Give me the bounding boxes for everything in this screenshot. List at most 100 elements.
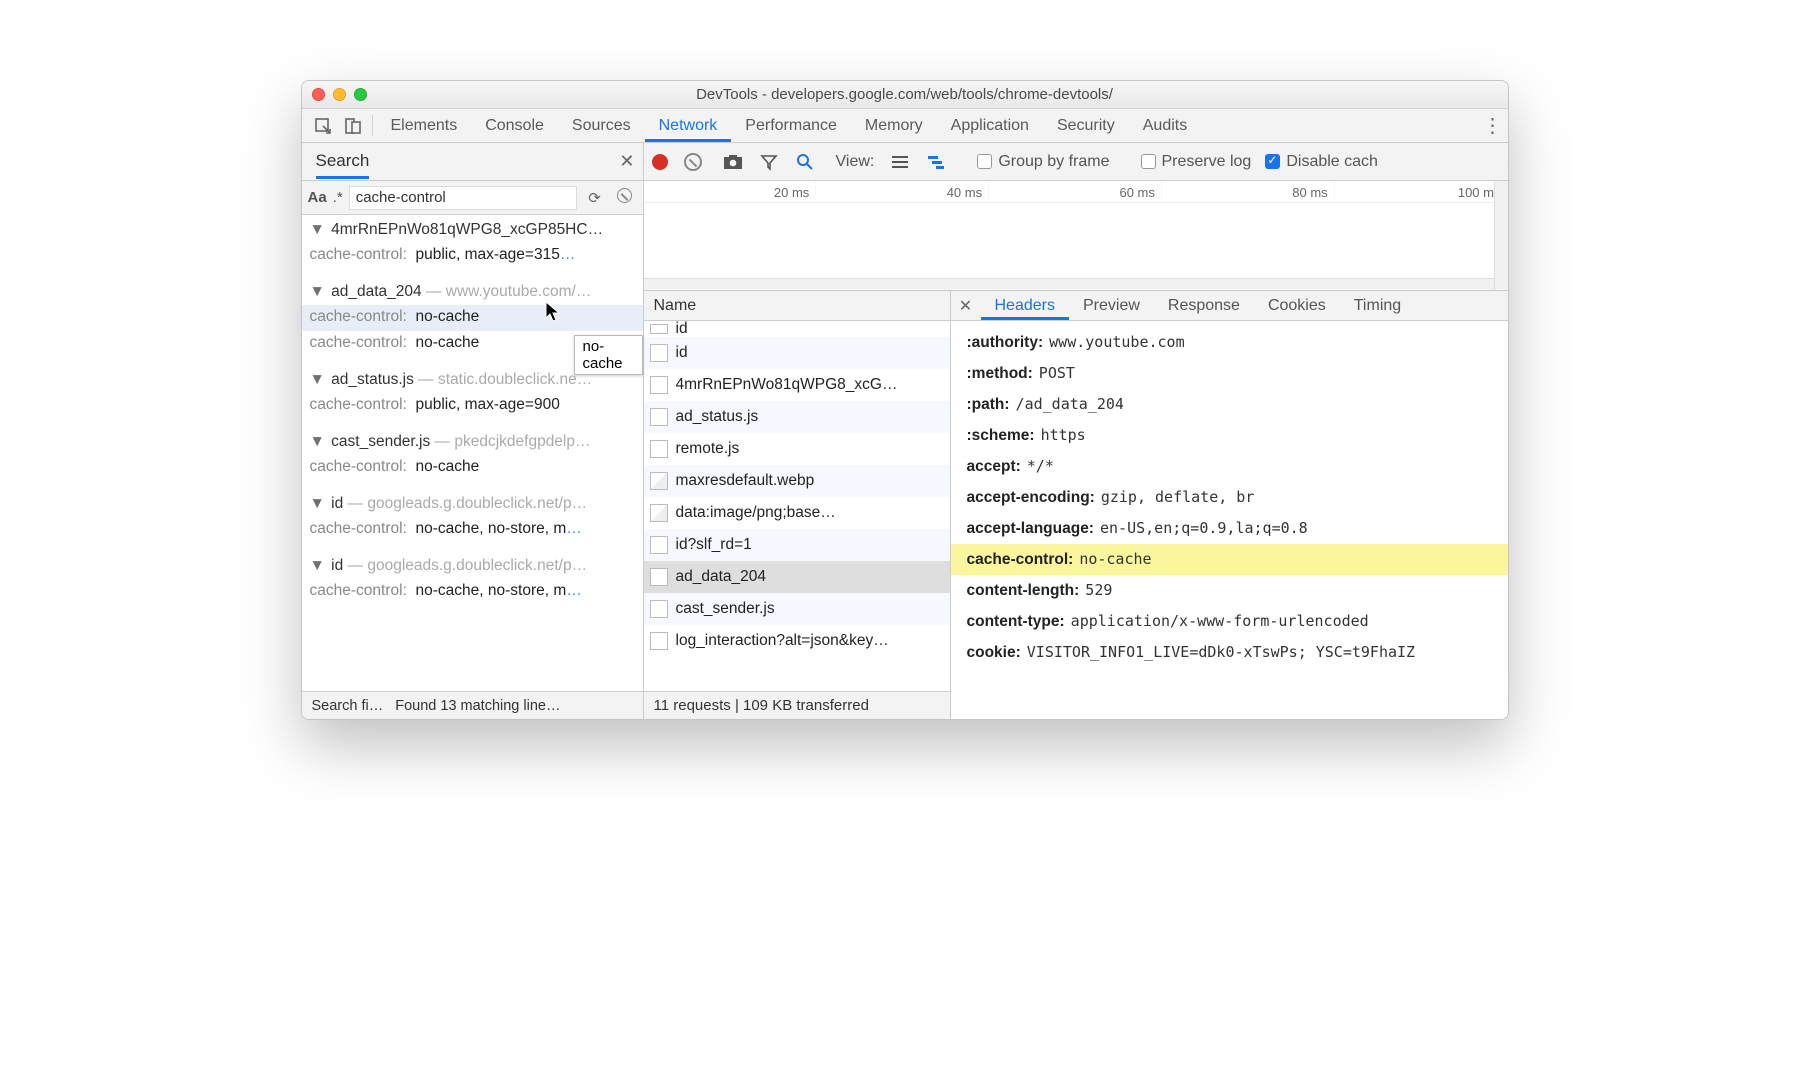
search-panel: Search ✕ Aa .* ⟳ ▼ 4mrRnEPnWo81qWPG8_xcG…	[302, 143, 644, 719]
tab-security[interactable]: Security	[1043, 109, 1129, 142]
request-name: id	[676, 344, 688, 362]
tab-application[interactable]: Application	[937, 109, 1043, 142]
request-name: cast_sender.js	[676, 600, 775, 618]
search-input[interactable]	[349, 186, 577, 210]
screenshot-icon[interactable]	[723, 152, 743, 172]
minimize-window-icon[interactable]	[333, 88, 346, 101]
request-row[interactable]: id?slf_rd=1	[644, 529, 950, 561]
request-row[interactable]: log_interaction?alt=json&key…	[644, 625, 950, 657]
request-list-header[interactable]: Name	[644, 291, 950, 321]
filter-icon[interactable]	[759, 152, 779, 172]
search-result-file[interactable]: ▼ ad_data_204 — www.youtube.com/…	[302, 277, 643, 305]
device-toggle-icon[interactable]	[338, 109, 368, 142]
request-name: maxresdefault.webp	[676, 472, 815, 490]
search-result-match[interactable]: cache-control: no-cache	[302, 455, 643, 481]
close-detail-icon[interactable]: ✕	[951, 291, 981, 320]
file-icon	[650, 536, 668, 554]
detail-tab-preview[interactable]: Preview	[1069, 291, 1154, 320]
window-controls	[312, 88, 367, 101]
file-icon	[650, 600, 668, 618]
match-case-toggle[interactable]: Aa	[308, 189, 327, 206]
tab-network[interactable]: Network	[645, 109, 732, 142]
tab-performance[interactable]: Performance	[731, 109, 851, 142]
group-by-frame-option[interactable]: Group by frame	[977, 153, 1109, 171]
detail-tab-headers[interactable]: Headers	[981, 291, 1069, 320]
detail-tab-cookies[interactable]: Cookies	[1254, 291, 1340, 320]
search-result-file[interactable]: ▼ cast_sender.js — pkedcjkdefgpdelp…	[302, 427, 643, 455]
request-name: log_interaction?alt=json&key…	[676, 632, 889, 650]
tab-console[interactable]: Console	[471, 109, 558, 142]
search-result-file[interactable]: ▼ 4mrRnEPnWo81qWPG8_xcGP85HC…	[302, 215, 643, 243]
request-name: 4mrRnEPnWo81qWPG8_xcG…	[676, 376, 898, 394]
timeline-tick: 60 ms	[989, 181, 1162, 202]
disable-cache-option[interactable]: Disable cach	[1265, 153, 1378, 171]
tab-audits[interactable]: Audits	[1129, 109, 1201, 142]
file-icon	[650, 440, 668, 458]
timeline-tick: 40 ms	[816, 181, 989, 202]
header-line: :authority:www.youtube.com	[951, 327, 1508, 358]
tab-memory[interactable]: Memory	[851, 109, 937, 142]
main-tabs: ElementsConsoleSourcesNetworkPerformance…	[302, 109, 1508, 143]
header-line: cache-control:no-cache	[951, 544, 1508, 575]
search-result-match[interactable]: cache-control: no-cache, no-store, m…	[302, 517, 643, 543]
request-row[interactable]: id	[644, 321, 950, 337]
network-toolbar: View: Group by frame Preserve log Disabl…	[644, 143, 1508, 181]
detail-tab-timing[interactable]: Timing	[1340, 291, 1415, 320]
search-footer-left: Search fi…	[312, 698, 384, 714]
search-icon[interactable]	[795, 152, 815, 172]
header-line: accept-language:en-US,en;q=0.9,la;q=0.8	[951, 513, 1508, 544]
refresh-icon[interactable]: ⟳	[583, 189, 607, 207]
request-row[interactable]: maxresdefault.webp	[644, 465, 950, 497]
search-result-match[interactable]: cache-control: no-cache, no-store, m…	[302, 579, 643, 605]
request-row[interactable]: ad_status.js	[644, 401, 950, 433]
file-icon	[650, 632, 668, 650]
file-icon	[650, 504, 668, 522]
request-name: data:image/png;base…	[676, 504, 836, 522]
devtools-window: DevTools - developers.google.com/web/too…	[301, 80, 1509, 720]
zoom-window-icon[interactable]	[354, 88, 367, 101]
search-result-match[interactable]: cache-control: public, max-age=900	[302, 393, 643, 419]
close-icon[interactable]: ✕	[619, 151, 634, 172]
timeline[interactable]: 20 ms40 ms60 ms80 ms100 ms	[644, 181, 1508, 291]
request-row[interactable]: data:image/png;base…	[644, 497, 950, 529]
close-window-icon[interactable]	[312, 88, 325, 101]
request-name: remote.js	[676, 440, 740, 458]
request-row[interactable]: remote.js	[644, 433, 950, 465]
tab-elements[interactable]: Elements	[377, 109, 472, 142]
list-view-icon[interactable]	[890, 152, 910, 172]
header-line: :path:/ad_data_204	[951, 389, 1508, 420]
request-row[interactable]: ad_data_204	[644, 561, 950, 593]
header-line: accept-encoding:gzip, deflate, br	[951, 482, 1508, 513]
waterfall-view-icon[interactable]	[926, 152, 946, 172]
inspect-icon[interactable]	[308, 109, 338, 142]
preserve-log-option[interactable]: Preserve log	[1141, 153, 1252, 171]
more-icon[interactable]: ⋮	[1478, 109, 1508, 142]
header-line: :method:POST	[951, 358, 1508, 389]
header-line: accept:*/*	[951, 451, 1508, 482]
file-icon	[650, 408, 668, 426]
tab-sources[interactable]: Sources	[558, 109, 645, 142]
file-icon	[650, 472, 668, 490]
file-icon	[650, 376, 668, 394]
request-row[interactable]: 4mrRnEPnWo81qWPG8_xcG…	[644, 369, 950, 401]
titlebar: DevTools - developers.google.com/web/too…	[302, 81, 1508, 109]
search-result-file[interactable]: ▼ id — googleads.g.doubleclick.net/p…	[302, 551, 643, 579]
search-result-match[interactable]: cache-control: no-cache	[302, 305, 643, 331]
timeline-tick: 100 ms	[1335, 181, 1508, 202]
file-icon	[650, 324, 668, 334]
request-list: Name id id 4mrRnEPnWo81qWPG8_xcG… ad_status…	[644, 291, 951, 719]
detail-tab-response[interactable]: Response	[1154, 291, 1254, 320]
clear-log-icon[interactable]	[684, 153, 702, 171]
regex-toggle[interactable]: .*	[333, 189, 343, 206]
window-title: DevTools - developers.google.com/web/too…	[302, 86, 1508, 103]
search-result-match[interactable]: cache-control: public, max-age=315…	[302, 243, 643, 269]
record-icon[interactable]	[652, 154, 668, 170]
clear-icon[interactable]	[613, 188, 637, 207]
request-row[interactable]: id	[644, 337, 950, 369]
search-result-file[interactable]: ▼ id — googleads.g.doubleclick.net/p…	[302, 489, 643, 517]
timeline-tick: 80 ms	[1162, 181, 1335, 202]
file-icon	[650, 568, 668, 586]
search-tab[interactable]: Search	[316, 145, 370, 179]
search-footer-right: Found 13 matching line…	[395, 698, 560, 714]
request-row[interactable]: cast_sender.js	[644, 593, 950, 625]
